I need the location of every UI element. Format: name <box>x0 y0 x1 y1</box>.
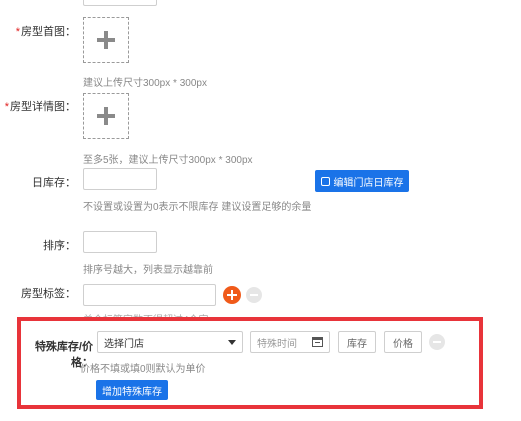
plus-icon <box>97 107 115 125</box>
main-image-upload[interactable] <box>83 17 129 63</box>
sort-input[interactable] <box>83 231 157 253</box>
special-hint: 价格不填或填0则默认为单价 <box>80 364 206 375</box>
top-input[interactable] <box>83 0 157 6</box>
sort-hint: 排序号越大，列表显示越靠前 <box>83 265 213 276</box>
remove-circle-icon[interactable] <box>246 287 262 303</box>
tags-label: 房型标签： <box>21 288 76 300</box>
edit-daily-stock-button[interactable]: 编辑门店日库存 <box>315 170 409 192</box>
add-special-stock-button[interactable]: 增加特殊库存 <box>96 380 168 400</box>
detail-image-upload[interactable] <box>83 93 129 139</box>
daily-stock-label: 日库存： <box>32 177 76 189</box>
main-image-hint: 建议上传尺寸300px * 300px <box>83 78 207 89</box>
calendar-icon <box>312 337 323 347</box>
sort-label: 排序： <box>43 240 76 252</box>
special-time-input[interactable]: 特殊时间 <box>250 331 330 353</box>
daily-stock-input[interactable] <box>83 168 157 190</box>
required-mark: * <box>15 26 20 38</box>
daily-stock-hint: 不设置或设置为0表示不限库存 建议设置足够的余量 <box>83 202 312 213</box>
store-select[interactable]: 选择门店 <box>97 331 243 353</box>
plus-icon <box>97 31 115 49</box>
tags-input[interactable] <box>83 284 216 306</box>
detail-image-label: *房型详情图： <box>4 101 76 113</box>
special-price-input[interactable]: 价格 <box>384 331 422 353</box>
edit-icon <box>320 176 330 186</box>
remove-special-icon[interactable] <box>429 334 445 350</box>
dropdown-arrow-icon <box>228 339 236 345</box>
add-circle-icon[interactable] <box>223 286 241 304</box>
required-mark: * <box>4 101 9 113</box>
detail-image-hint: 至多5张，建议上传尺寸300px * 300px <box>83 155 253 166</box>
main-image-label: *房型首图： <box>15 26 76 38</box>
special-stock-input[interactable]: 库存 <box>338 331 376 353</box>
